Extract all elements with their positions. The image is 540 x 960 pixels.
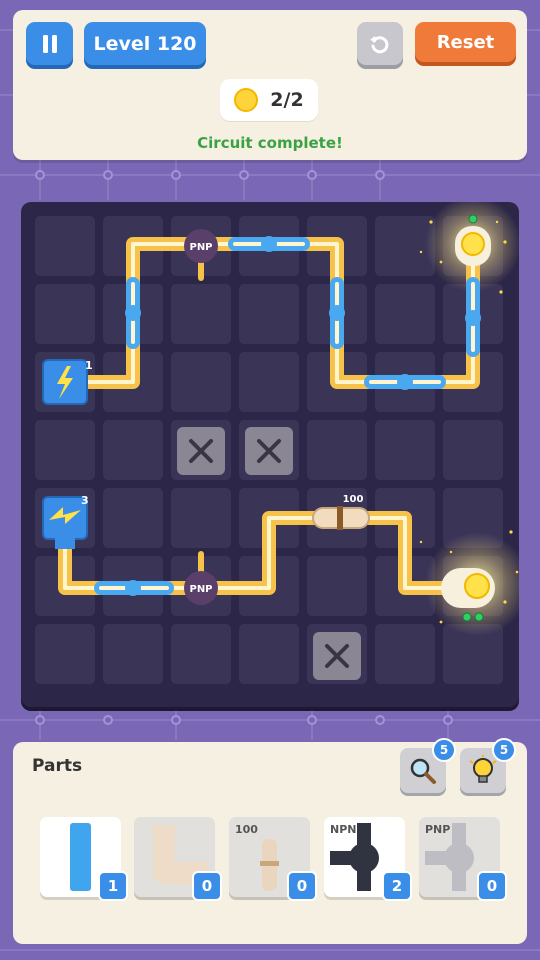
part-label: PNP [425,823,451,836]
grid-cell[interactable] [239,352,299,412]
status-message: Circuit complete! [197,134,343,152]
part-count: 2 [382,871,412,901]
grid-cell[interactable] [35,284,95,344]
blocked-tile [313,632,361,680]
battery-1[interactable]: 1 [42,359,93,405]
part-straight-wire[interactable]: 1 [40,817,128,901]
grid-cell[interactable] [239,624,299,684]
reset-button[interactable]: Reset [415,22,516,62]
lightbulb-count: 5 [492,738,516,762]
parts-title: Parts [32,756,83,776]
progress-counter: 2/2 [220,79,318,121]
game-board: PNP 1 100 PNP 3 [21,202,519,707]
grid-cell[interactable] [307,556,367,616]
part-count: 0 [477,871,507,901]
battery-badge: 3 [81,494,89,507]
grid-cell[interactable] [171,624,231,684]
part-count: 1 [98,871,128,901]
pause-button[interactable] [26,22,73,65]
grid-cell[interactable] [307,420,367,480]
grid-cell[interactable] [35,624,95,684]
grid-cell[interactable] [103,624,163,684]
blocked-tile [177,427,225,475]
grid-cell[interactable] [375,284,435,344]
part-label: 100 [235,823,258,836]
grid-cell[interactable] [171,488,231,548]
parts-panel: Parts 5 5 1 0 100 0 NPN 2 PNP 0 [13,738,527,944]
battery-badge: 1 [85,359,93,372]
grid-cell[interactable] [375,420,435,480]
pnp-transistor-1[interactable]: PNP [184,229,218,263]
lightbulb-hint-button[interactable]: 5 [460,738,516,793]
resistor-label: 100 [343,494,364,505]
grid-cell[interactable] [35,216,95,276]
magnifier-hint-button[interactable]: 5 [400,738,456,793]
level-indicator: Level 120 [84,22,206,65]
grid-cell[interactable] [239,284,299,344]
grid-cell[interactable] [103,488,163,548]
magnifier-icon [410,758,436,784]
grid-cell[interactable] [375,624,435,684]
blocked-tile [245,427,293,475]
grid-cell[interactable] [103,420,163,480]
part-count: 0 [192,871,222,901]
part-resistor[interactable]: 100 0 [229,817,317,901]
grid-cell[interactable] [35,420,95,480]
transistor-label: PNP [189,584,212,595]
grid-cell[interactable] [171,352,231,412]
part-pnp-transistor[interactable]: PNP 0 [419,817,507,901]
part-label: NPN [330,823,357,836]
grid-cell[interactable] [171,284,231,344]
undo-icon [370,35,389,53]
undo-button[interactable] [357,22,403,65]
pause-icon [42,34,57,53]
part-corner-wire[interactable]: 0 [134,817,222,901]
coin-icon [234,88,259,112]
top-panel: Level 120 Reset 2/2 Circuit complete! [13,10,527,160]
magnifier-count: 5 [432,738,456,762]
grid-cell[interactable] [443,420,503,480]
progress-text: 2/2 [270,89,304,111]
lightbulb-icon [469,754,497,783]
part-npn-transistor[interactable]: NPN 2 [324,817,412,901]
part-count: 0 [287,871,317,901]
transistor-label: PNP [189,242,212,253]
pnp-transistor-2[interactable]: PNP [184,571,218,605]
